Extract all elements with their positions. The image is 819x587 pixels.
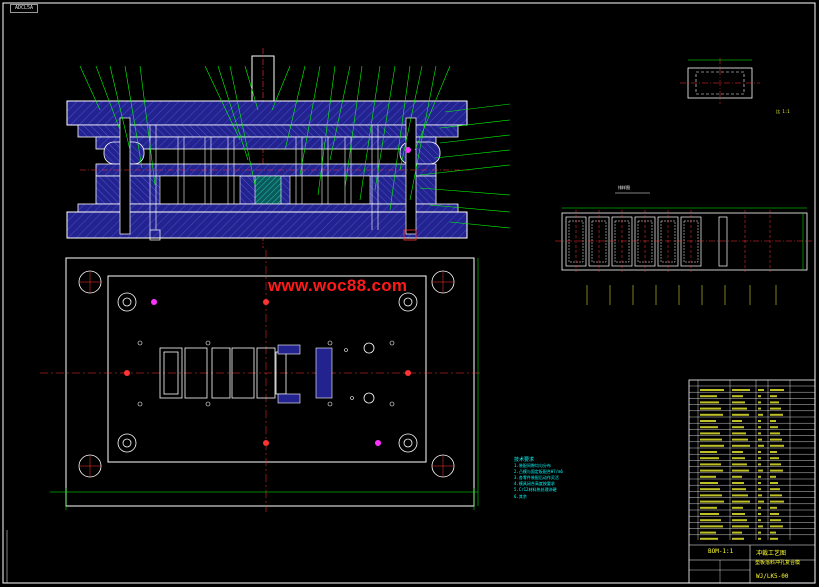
strip-layout-label: 排样图	[618, 185, 630, 190]
watermark-text: www.woc88.com	[268, 276, 408, 295]
note-item: 5.Cr12材料热处理淬硬	[514, 487, 557, 492]
plan-view	[40, 250, 480, 512]
part-view	[680, 58, 760, 104]
title-block-scale: BOM-1:1	[708, 548, 734, 555]
title-block	[6, 379, 816, 584]
part-ratio-note: 比 1:1	[776, 109, 790, 114]
title-block-part-name: 垫板落料冲孔复合模	[755, 560, 801, 566]
title-block-drawing-code: WJ/LK5-00	[756, 573, 789, 580]
notes-title: 技术要求	[514, 457, 535, 463]
note-item: 6.其余	[514, 494, 527, 499]
section-view	[66, 48, 511, 248]
drawing-viewport: ADCL5A www.woc88.com 冲裁工艺图 垫板落料冲孔复合模 WJ/…	[0, 0, 819, 587]
title-block-title: 冲裁工艺图	[756, 550, 787, 557]
frame-tag: ADCL5A	[10, 4, 39, 13]
strip-layout	[555, 192, 812, 305]
cad-drawing	[2, 2, 816, 584]
